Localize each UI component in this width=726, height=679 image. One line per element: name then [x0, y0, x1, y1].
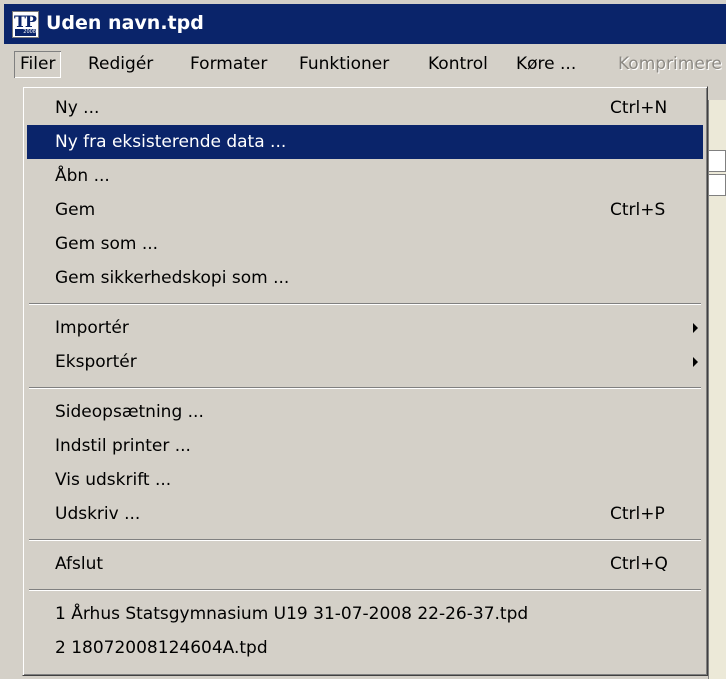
menu-item-label: Ny ... [55, 98, 100, 118]
menu-item-label: 2 18072008124604A.tpd [55, 638, 268, 658]
menu-item-udskriv[interactable]: Udskriv ... Ctrl+P [27, 497, 703, 531]
menu-filer[interactable]: Filer [14, 51, 61, 78]
menu-item-label: 1 Århus Statsgymnasium U19 31-07-2008 22… [55, 604, 529, 624]
menu-separator [29, 387, 701, 389]
menu-item-eksporter[interactable]: Eksportér [27, 345, 703, 379]
submenu-arrow-icon [693, 323, 698, 333]
menu-item-gem-sikkerhedskopi-som[interactable]: Gem sikkerhedskopi som ... [27, 261, 703, 295]
menu-formater[interactable]: Formater [184, 51, 273, 78]
app-icon-year: 2008 [15, 29, 36, 36]
menu-rediger[interactable]: Redigér [82, 51, 159, 78]
menu-item-label: Gem som ... [55, 234, 159, 254]
menu-separator [29, 303, 701, 305]
title-bar[interactable]: TP 2008 Uden navn.tpd [4, 4, 726, 44]
menu-separator [29, 589, 701, 591]
menu-separator [29, 539, 701, 541]
menu-item-sideopsaetning[interactable]: Sideopsætning ... [27, 395, 703, 429]
background-cell [708, 150, 726, 172]
menu-item-gem-som[interactable]: Gem som ... [27, 227, 703, 261]
app-icon[interactable]: TP 2008 [12, 11, 39, 38]
menu-item-indstil-printer[interactable]: Indstil printer ... [27, 429, 703, 463]
menu-item-label: Indstil printer ... [55, 436, 191, 456]
menu-kore[interactable]: Køre ... [510, 51, 582, 78]
menu-item-label: Åbn ... [55, 166, 110, 186]
menu-item-label: Afslut [55, 554, 104, 574]
menu-item-label: Vis udskrift ... [55, 470, 172, 490]
menu-item-gem[interactable]: Gem Ctrl+S [27, 193, 703, 227]
menu-item-abn[interactable]: Åbn ... [27, 159, 703, 193]
menu-item-label: Gem [55, 200, 96, 220]
menu-item-afslut[interactable]: Afslut Ctrl+Q [27, 547, 703, 581]
menu-item-label: Ny fra eksisterende data ... [55, 132, 287, 152]
menu-item-recent-file-1[interactable]: 1 Århus Statsgymnasium U19 31-07-2008 22… [27, 597, 703, 631]
window-title: Uden navn.tpd [46, 12, 204, 34]
menu-item-label: Sideopsætning ... [55, 402, 204, 422]
menu-item-label: Gem sikkerhedskopi som ... [55, 268, 290, 288]
menu-item-shortcut: Ctrl+Q [610, 554, 668, 574]
menu-item-shortcut: Ctrl+S [610, 200, 666, 220]
file-menu-dropdown: Ny ... Ctrl+N Ny fra eksisterende data .… [22, 86, 708, 676]
menu-komprimere[interactable]: Komprimere [612, 51, 726, 78]
menu-item-ny-fra-eksisterende-data[interactable]: Ny fra eksisterende data ... [27, 125, 703, 159]
menu-kontrol[interactable]: Kontrol [422, 51, 494, 78]
background-cell [708, 174, 726, 196]
submenu-arrow-icon [693, 357, 698, 367]
menu-item-shortcut: Ctrl+P [610, 504, 665, 524]
menu-bar: Filer Redigér Formater Funktioner Kontro… [4, 46, 726, 82]
menu-item-shortcut: Ctrl+N [610, 98, 668, 118]
menu-item-recent-file-2[interactable]: 2 18072008124604A.tpd [27, 631, 703, 665]
menu-item-vis-udskrift[interactable]: Vis udskrift ... [27, 463, 703, 497]
menu-item-label: Udskriv ... [55, 504, 141, 524]
menu-item-importer[interactable]: Importér [27, 311, 703, 345]
menu-funktioner[interactable]: Funktioner [293, 51, 395, 78]
menu-item-label: Eksportér [55, 352, 137, 372]
menu-item-ny[interactable]: Ny ... Ctrl+N [27, 91, 703, 125]
menu-item-label: Importér [55, 318, 129, 338]
